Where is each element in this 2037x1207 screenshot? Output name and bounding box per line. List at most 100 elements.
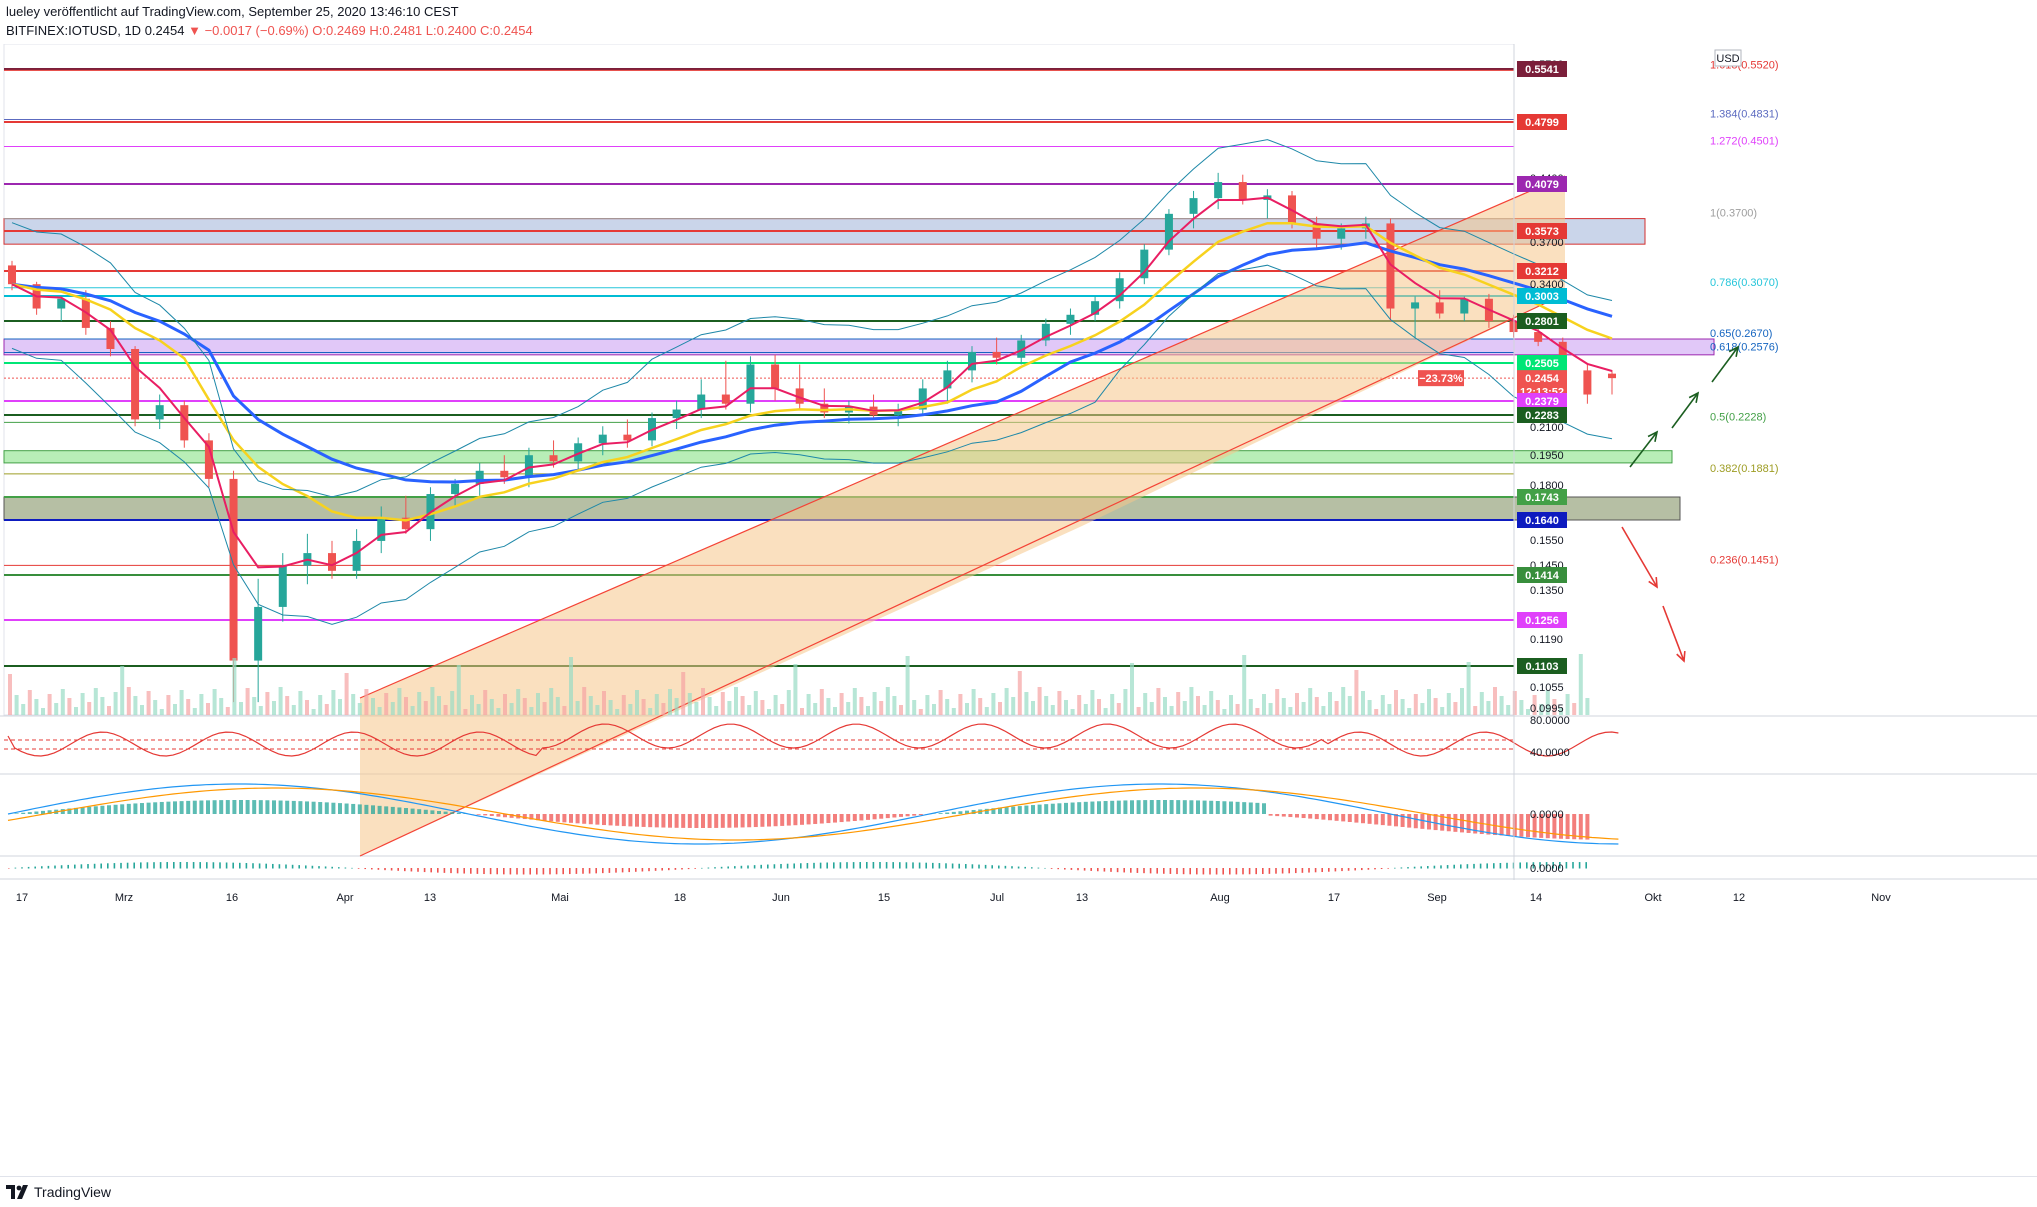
macd-bar (523, 814, 527, 819)
osc-bar (1579, 862, 1581, 868)
macd-bar (173, 801, 177, 814)
macd-bar (1275, 814, 1279, 816)
osc-bar (972, 864, 974, 868)
volume-bar (1216, 700, 1220, 715)
volume-bar (1585, 698, 1589, 715)
volume-bar (1150, 702, 1154, 715)
macd-bar (193, 801, 197, 814)
osc-bar (576, 868, 578, 874)
macd-bar (1150, 800, 1154, 814)
macd-bar (1354, 814, 1358, 823)
volume-bar (477, 704, 481, 715)
candle (1140, 244, 1148, 284)
volume-bar (1282, 698, 1286, 715)
last-price: 0.2454 (145, 23, 185, 38)
macd-bar (892, 814, 896, 818)
osc-bar (239, 863, 241, 869)
volume-bar (602, 691, 606, 715)
macd-bar (318, 802, 322, 814)
volume-bar (576, 701, 580, 715)
osc-bar (1585, 862, 1587, 868)
volume-bar (734, 687, 738, 715)
macd-bar (688, 814, 692, 828)
osc-bar (1572, 862, 1574, 868)
volume-bar (94, 688, 98, 715)
osc-bar (1328, 868, 1330, 872)
macd-bar (1189, 800, 1193, 814)
volume-bar (1229, 695, 1233, 715)
osc-bar (252, 863, 254, 868)
osc-bar (457, 868, 459, 873)
price-tag-label: 0.1414 (1525, 570, 1560, 582)
volume-bar (226, 707, 230, 715)
rsi-tick-label: 80.0000 (1530, 715, 1570, 727)
candle-body (746, 364, 754, 403)
chart-canvas[interactable]: 1.618(0.5520)1.384(0.4831)1.272(0.4501)1… (0, 44, 2037, 1176)
osc-bar (81, 864, 83, 868)
volume-bar (1453, 702, 1457, 715)
volume-bar (1315, 697, 1319, 715)
osc-bar (912, 862, 914, 868)
osc-bar (642, 868, 644, 871)
volume-bar (232, 658, 236, 715)
volume-bar (1374, 709, 1378, 715)
macd-bar (1090, 802, 1094, 814)
volume-bar (635, 690, 639, 715)
volume-bar (952, 708, 956, 715)
time-tick-label: Mai (551, 892, 569, 904)
volume-bar (345, 673, 349, 715)
macd-bar (1084, 802, 1088, 814)
macd-bar (1513, 814, 1517, 836)
macd-bar (140, 803, 144, 814)
osc-bar (1242, 868, 1244, 874)
osc-bar (213, 862, 215, 868)
macd-bar (595, 814, 599, 825)
macd-bar (1117, 801, 1121, 814)
osc-bar (173, 862, 175, 868)
osc-bar (107, 863, 109, 868)
volume-bar (133, 696, 137, 715)
volume-bar (1176, 692, 1180, 715)
macd-bar (490, 814, 494, 816)
osc-bar (595, 868, 597, 873)
osc-bar (279, 864, 281, 868)
osc-bar (529, 868, 531, 874)
volume-bar (945, 699, 949, 715)
volume-bar (1566, 694, 1570, 715)
osc-bar (397, 868, 399, 871)
osc-bar (292, 865, 294, 869)
macd-bar (166, 802, 170, 814)
osc-bar (1460, 864, 1462, 868)
volume-bar (978, 698, 982, 715)
macd-bar (661, 814, 665, 828)
volume-bar (879, 701, 883, 715)
volume-bar (193, 708, 197, 715)
macd-bar (833, 814, 837, 823)
volume-bar (1493, 687, 1497, 715)
osc-bar (1018, 867, 1020, 869)
volume-bar (397, 688, 401, 715)
macd-bar (1407, 814, 1411, 828)
volume-bar (364, 689, 368, 715)
osc-bar (1321, 868, 1323, 872)
volume-bar (424, 701, 428, 715)
volume-bar (1513, 691, 1517, 715)
osc-bar (668, 868, 670, 870)
macd-bar (298, 801, 302, 814)
pct-badge-label: −23.73% (1419, 373, 1463, 385)
time-tick-label: Jun (772, 892, 790, 904)
osc-bar (100, 864, 102, 869)
volume-bar (1288, 707, 1292, 715)
osc-bar (1500, 863, 1502, 869)
volume-bar (589, 696, 593, 715)
osc-bar (1308, 868, 1310, 873)
macd-bar (1071, 803, 1075, 814)
volume-bar (1203, 705, 1207, 715)
macd-bar (1057, 803, 1061, 814)
macd-bar (483, 814, 487, 815)
volume-bar (1024, 692, 1028, 715)
volume-bar (503, 694, 507, 715)
volume-bar (1401, 699, 1405, 715)
osc-bar (1071, 868, 1073, 870)
osc-bar (1031, 867, 1033, 868)
